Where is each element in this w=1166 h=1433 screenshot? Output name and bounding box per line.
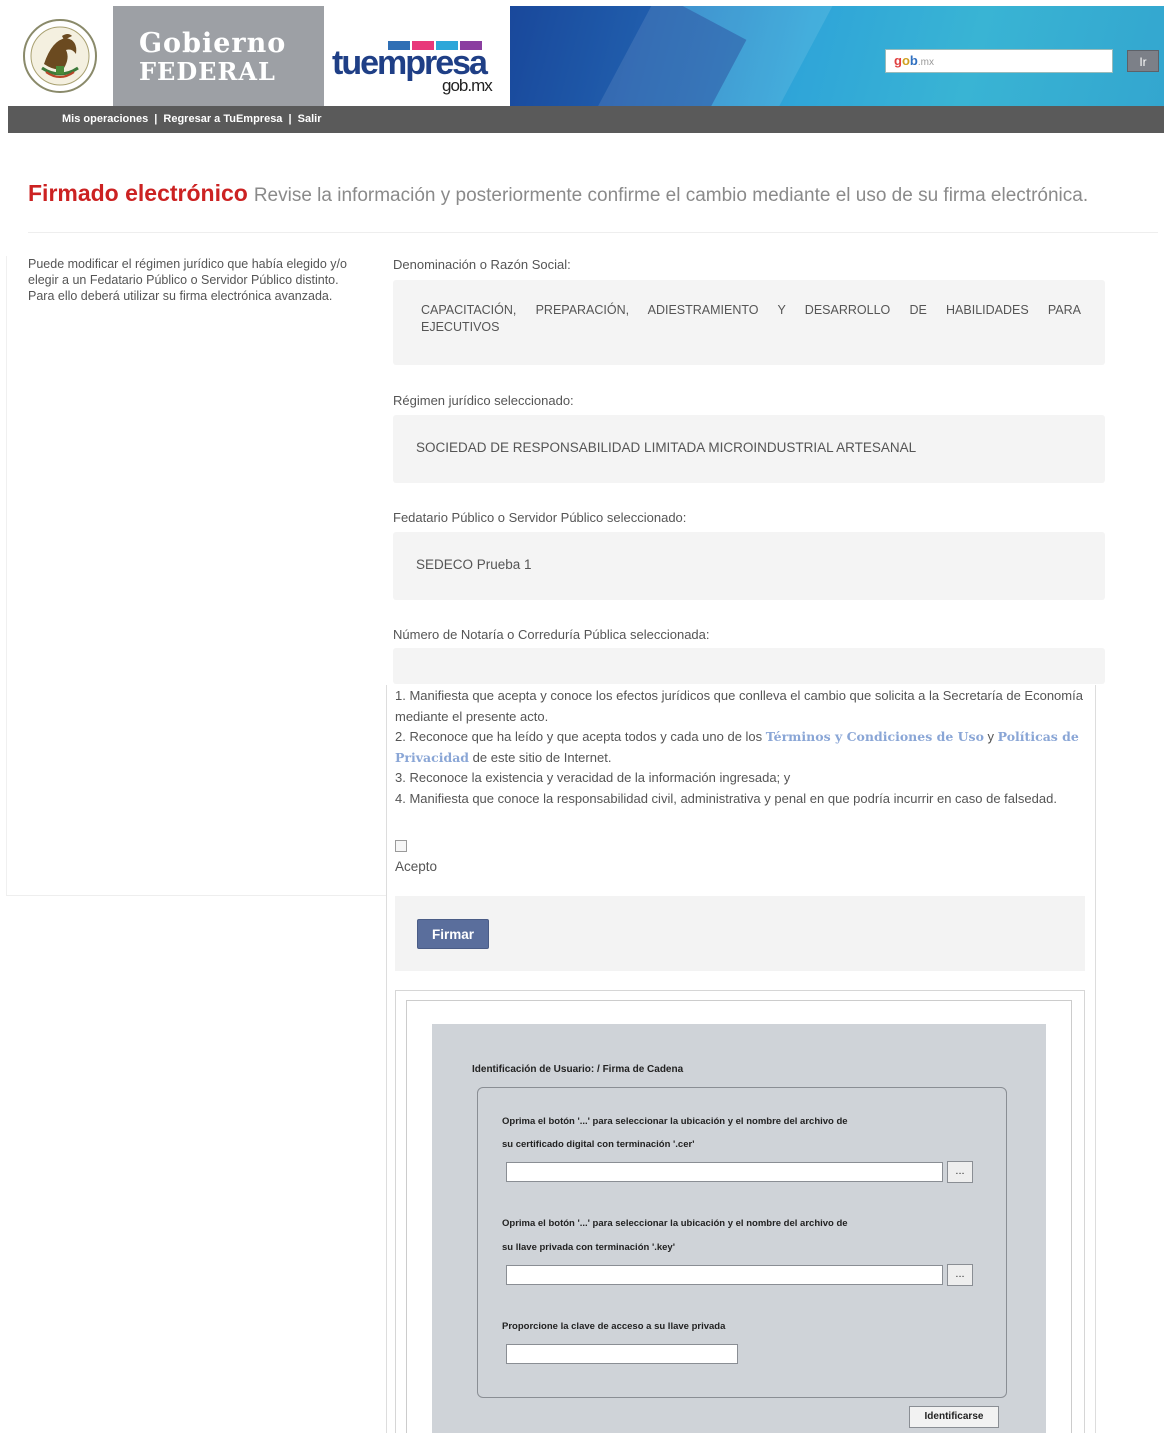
agreement-item-3: 3. Reconoce la existencia y veracidad de… <box>395 770 791 785</box>
agreement-item-1: 1. Manifiesta que acepta y conoce los ef… <box>395 688 1083 724</box>
cer-file-input[interactable] <box>506 1162 943 1182</box>
key-instruction-line1: Oprima el botón '...' para seleccionar l… <box>502 1218 848 1229</box>
regimen-label: Régimen jurídico seleccionado: <box>393 393 574 408</box>
denominacion-box: CAPACITACIÓN, PREPARACIÓN, ADIESTRAMIENT… <box>393 280 1105 365</box>
nav-regresar[interactable]: Regresar a TuEmpresa <box>163 113 282 125</box>
site-header: Gobierno FEDERAL tuempresa gob.mx gob.mx… <box>8 6 1164 106</box>
regimen-box: SOCIEDAD DE RESPONSABILIDAD LIMITADA MIC… <box>393 415 1105 483</box>
page-subtitle: Revise la información y posteriormente c… <box>253 185 1089 206</box>
fedatario-label: Fedatario Público o Servidor Público sel… <box>393 510 687 525</box>
applet-fieldset: Oprima el botón '...' para seleccionar l… <box>477 1087 1007 1398</box>
agreement-text: 1. Manifiesta que acepta y conoce los ef… <box>395 686 1085 809</box>
firmar-button[interactable]: Firmar <box>417 919 489 949</box>
gob-line1: Gobierno <box>139 28 287 59</box>
seal-container <box>8 6 113 106</box>
nav-separator: | <box>288 113 292 125</box>
page-title: Firmado electrónico <box>28 180 248 206</box>
sign-area: Firmar <box>395 896 1085 971</box>
agreement-item-4: 4. Manifiesta que conoce la responsabili… <box>395 790 1057 806</box>
search-button[interactable]: Ir <box>1127 50 1159 72</box>
password-instruction: Proporcione la clave de acceso a su llav… <box>502 1321 726 1332</box>
divider <box>28 232 1158 233</box>
key-file-input[interactable] <box>506 1265 943 1285</box>
notaria-label: Número de Notaría o Correduría Pública s… <box>393 627 710 642</box>
left-column-bottom-border <box>6 895 386 896</box>
nav-links: Mis operaciones | Regresar a TuEmpresa |… <box>62 113 325 125</box>
cer-instruction-line1: Oprima el botón '...' para seleccionar l… <box>502 1116 848 1127</box>
tuempresa-logo[interactable]: tuempresa gob.mx <box>324 6 510 106</box>
nav-mis-operaciones[interactable]: Mis operaciones <box>62 113 148 125</box>
regimen-value: SOCIEDAD DE RESPONSABILIDAD LIMITADA MIC… <box>416 440 917 455</box>
gobierno-federal-logo: Gobierno FEDERAL <box>139 30 286 86</box>
header-banner: gob.mx Ir <box>510 6 1164 106</box>
accept-label: Acepto <box>395 859 438 874</box>
cer-browse-button[interactable]: ... <box>947 1161 973 1183</box>
notaria-box <box>393 648 1105 684</box>
nav-salir[interactable]: Salir <box>298 113 322 125</box>
identificarse-button[interactable]: Identificarse <box>909 1406 999 1428</box>
denominacion-label: Denominación o Razón Social: <box>393 257 571 272</box>
gob-line2: FEDERAL <box>139 57 276 86</box>
gobmx-search-input[interactable]: gob.mx <box>885 49 1113 73</box>
key-instruction-line2: su llave privada con terminación '.key' <box>502 1242 675 1253</box>
accept-checkbox[interactable] <box>395 840 407 852</box>
left-column-border <box>6 256 7 896</box>
denominacion-value-line2: EJECUTIVOS <box>421 320 500 334</box>
certificate-applet: Identificación de Usuario: / Firma de Ca… <box>432 1024 1046 1433</box>
left-help-text: Puede modificar el régimen jurídico que … <box>28 257 347 303</box>
top-nav: Mis operaciones | Regresar a TuEmpresa |… <box>8 106 1164 133</box>
tuempresa-wordmark: tuempresa <box>332 44 488 82</box>
agreement-item-2: 2. Reconoce que ha leído y que acepta to… <box>395 729 1079 765</box>
denominacion-value-line1: CAPACITACIÓN, PREPARACIÓN, ADIESTRAMIENT… <box>421 303 1081 317</box>
key-browse-button[interactable]: ... <box>947 1264 973 1286</box>
tuempresa-domain: gob.mx <box>442 76 493 95</box>
key-password-input[interactable] <box>506 1344 738 1364</box>
fedatario-value: SEDECO Prueba 1 <box>416 557 532 572</box>
terminos-link[interactable]: Términos y Condiciones de Uso <box>766 729 984 744</box>
mexico-seal-icon <box>23 19 97 93</box>
fedatario-box: SEDECO Prueba 1 <box>393 532 1105 600</box>
applet-title: Identificación de Usuario: / Firma de Ca… <box>472 1064 684 1075</box>
page-heading: Firmado electrónico Revise la información… <box>28 180 1164 207</box>
nav-separator: | <box>154 113 158 125</box>
cer-instruction-line2: su certificado digital con terminación '… <box>502 1139 695 1150</box>
